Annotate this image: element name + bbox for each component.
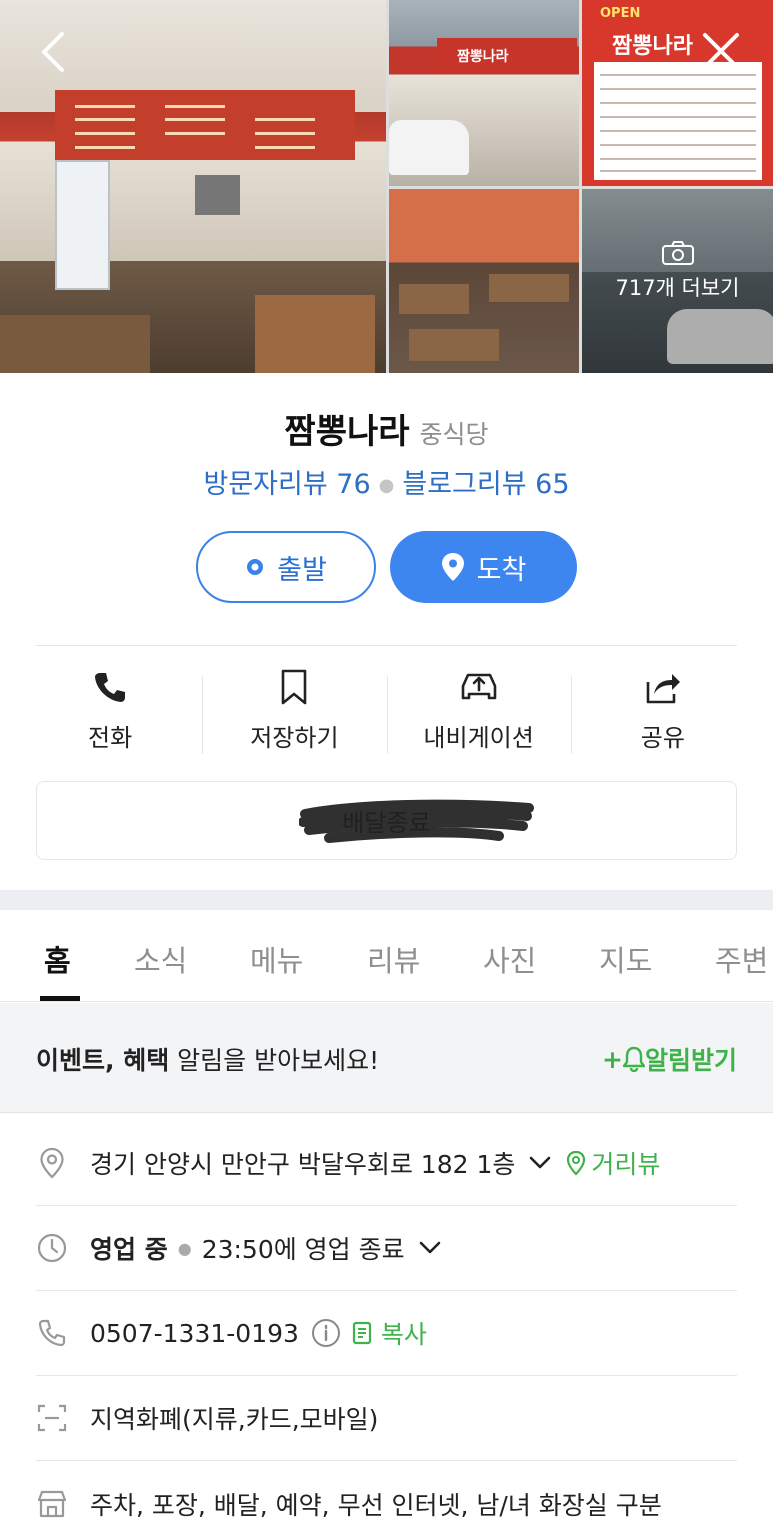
car-image [389,120,469,175]
menu-board-image [55,90,355,160]
chevron-down-icon[interactable] [529,1156,551,1170]
save-button[interactable]: 저장하기 [202,668,386,758]
amenities-row: 주차, 포장, 배달, 예약, 무선 인터넷, 남/녀 화장실 구분 [36,1461,737,1529]
separator-dot: ● [378,475,395,496]
info-icon[interactable] [311,1318,341,1348]
place-header: 짬뽕나라 중식당 [0,404,773,453]
place-category: 중식당 [419,420,489,449]
price-board-image [594,62,762,180]
blog-reviews-link[interactable]: 블로그리뷰 65 [402,469,569,500]
plus-icon: + [602,1044,623,1074]
divider [36,645,737,646]
depart-button[interactable]: 출발 [196,531,376,603]
place-name: 짬뽕나라 [284,412,410,452]
visitor-reviews-link[interactable]: 방문자리뷰 76 [204,469,371,500]
navigation-label: 내비게이션 [423,724,534,752]
address-text[interactable]: 경기 안양시 만안구 박달우회로 182 1층 [90,1145,515,1181]
phone-number[interactable]: 0507-1331-0193 [90,1319,299,1348]
hours-row: 영업 중 ● 23:50에 영업 종료 [36,1206,737,1291]
scan-payment-icon [37,1404,67,1432]
clock-icon [37,1233,67,1263]
call-label: 전화 [88,724,133,752]
notification-banner: 이벤트, 혜택 알림을 받아보세요! + 알림받기 [0,1003,773,1113]
tab-news[interactable]: 소식 [134,938,187,980]
street-view-pin-icon [567,1150,586,1176]
review-links: 방문자리뷰 76 ● 블로그리뷰 65 [0,462,773,501]
close-icon[interactable] [700,30,742,72]
depart-label: 출발 [277,554,327,586]
share-button[interactable]: 공유 [570,668,755,758]
more-photos-count: 717개 더보기 [615,276,740,300]
photo-gallery: 짬뽕나라 OPEN 짬뽕나라 717개 더보기 [0,0,773,373]
tab-bar: 홈 소식 메뉴 리뷰 사진 지도 주변 [0,910,773,1002]
arrive-button[interactable]: 도착 [390,531,577,603]
origin-dot-icon [247,559,264,575]
menu-open-text: OPEN [600,6,641,21]
navigation-button[interactable]: 내비게이션 [386,668,571,758]
banner-text: 이벤트, 혜택 알림을 받아보세요! [36,1041,379,1077]
more-photos-label[interactable]: 717개 더보기 [582,240,773,302]
share-icon [646,674,680,704]
redaction-scribble [299,799,534,843]
table-image [399,284,469,314]
tab-photos[interactable]: 사진 [483,938,536,980]
storefront-photo[interactable]: 짬뽕나라 [389,0,579,186]
menu-brand-text: 짬뽕나라 [612,34,693,59]
amenities-list: 주차, 포장, 배달, 예약, 무선 인터넷, 남/녀 화장실 구분 [90,1490,662,1520]
navigation-car-icon [461,673,496,700]
oven-image [195,175,240,215]
back-arrow-icon[interactable] [38,30,70,74]
banner-bold-text: 이벤트, 혜택 [36,1046,170,1075]
call-button[interactable]: 전화 [18,668,202,758]
tab-home[interactable]: 홈 [44,938,71,980]
tab-menu[interactable]: 메뉴 [250,938,303,980]
delivery-status[interactable]: 배달종료 [36,781,737,860]
section-gap [0,890,773,910]
bell-icon [622,1046,645,1072]
subscribe-alarm-button[interactable]: + 알림받기 [602,1041,737,1077]
street-view-link[interactable]: 거리뷰 [591,1145,660,1181]
tab-reviews[interactable]: 리뷰 [367,938,420,980]
table-image [409,329,499,361]
payment-methods: 지역화폐(지류,카드,모바일) [90,1405,379,1434]
storefront-sign: 짬뽕나라 [437,38,577,72]
chevron-down-icon[interactable] [419,1241,441,1255]
arrive-label: 도착 [476,554,527,586]
menu-photo[interactable]: OPEN 짬뽕나라 [582,0,773,186]
counter-image [255,295,375,373]
separator-dot: ● [177,1238,192,1258]
location-pin-icon [40,1147,64,1179]
location-pin-icon [441,553,464,581]
address-row: 경기 안양시 만안구 박달우회로 182 1층 거리뷰 [36,1121,737,1206]
phone-row: 0507-1331-0193 복사 [36,1291,737,1376]
tab-map[interactable]: 지도 [599,938,652,980]
phone-icon [95,673,126,702]
bookmark-icon [282,669,307,705]
subscribe-alarm-label: 알림받기 [644,1046,737,1075]
table-image [0,315,150,373]
action-bar: 전화 저장하기 내비게이션 공유 [18,668,755,758]
copy-button[interactable]: 복사 [381,1315,427,1351]
tab-nearby[interactable]: 주변 [715,938,768,980]
camera-icon [661,241,694,265]
open-status: 영업 중 [90,1235,168,1264]
active-tab-indicator [40,996,80,1001]
interior-photo[interactable] [389,189,579,373]
banner-rest-text: 알림을 받아보세요! [169,1046,380,1075]
phone-icon [38,1319,66,1347]
table-image [489,274,569,302]
fridge-image [55,160,110,290]
share-label: 공유 [640,724,685,752]
copy-icon [352,1321,372,1345]
store-icon [37,1490,67,1517]
payment-row: 지역화폐(지류,카드,모바일) [36,1376,737,1461]
save-label: 저장하기 [250,724,339,752]
closing-time[interactable]: 23:50에 영업 종료 [202,1230,405,1266]
